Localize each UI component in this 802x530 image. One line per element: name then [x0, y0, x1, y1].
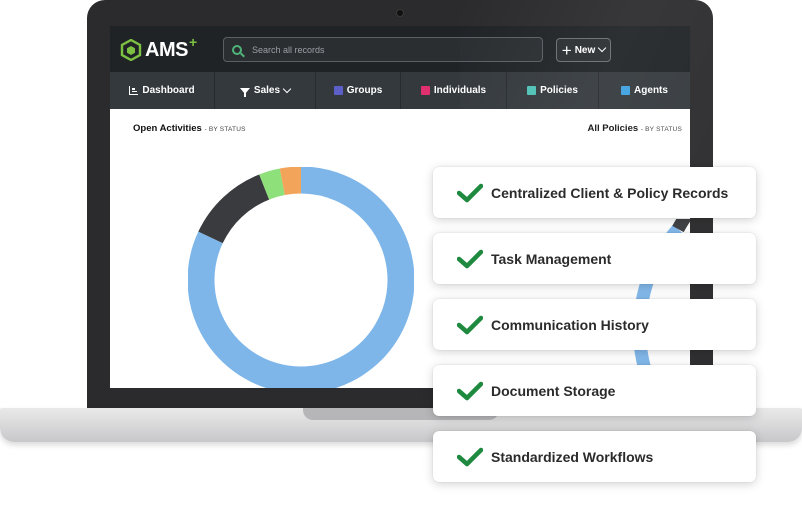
feature-text: Document Storage: [491, 382, 616, 399]
feature-text: Centralized Client & Policy Records: [491, 184, 729, 201]
chart-icon: [129, 86, 139, 95]
nav-label: Individuals: [433, 85, 487, 96]
nav-item-policies[interactable]: Policies: [507, 72, 599, 109]
checkmark-icon: [457, 315, 483, 334]
open-activities-title: Open Activities - BY STATUS: [133, 123, 246, 134]
groups-color-icon: [333, 86, 343, 95]
nav-item-agents[interactable]: Agents: [599, 72, 690, 109]
stage: AMS + + New Dashboard Sales: [0, 0, 802, 530]
nav-item-individuals[interactable]: Individuals: [401, 72, 507, 109]
new-button-label: New: [574, 44, 596, 56]
panel-subtitle: - BY STATUS: [204, 126, 246, 133]
donut-slice: [198, 174, 270, 244]
feature-card: Task Management: [433, 233, 756, 284]
hexagon-logo-icon: [120, 39, 142, 61]
checkmark-icon: [457, 447, 483, 466]
panel-subtitle: - BY STATUS: [640, 126, 682, 133]
feature-card: Communication History: [433, 299, 756, 350]
nav-item-groups[interactable]: Groups: [316, 72, 401, 109]
checkmark-icon: [457, 381, 483, 400]
search-input[interactable]: [252, 44, 532, 55]
checkmark-icon: [457, 249, 483, 268]
logo-text: AMS: [145, 38, 188, 61]
nav-bar: Dashboard Sales Groups Individuals Polic…: [110, 72, 690, 109]
nav-item-sales[interactable]: Sales: [215, 72, 316, 109]
feature-text: Task Management: [491, 250, 612, 267]
policies-donut-arc-dark: [672, 219, 690, 233]
feature-text: Standardized Workflows: [491, 448, 654, 465]
checkmark-icon: [457, 183, 483, 202]
search-icon: [232, 44, 242, 55]
app-logo[interactable]: AMS +: [120, 34, 198, 63]
nav-label: Dashboard: [142, 85, 195, 96]
nav-label: Agents: [634, 85, 668, 96]
chevron-down-icon: [598, 43, 607, 53]
nav-item-dashboard[interactable]: Dashboard: [110, 72, 215, 109]
chevron-down-icon: [282, 84, 292, 93]
panel-title-text: Open Activities: [133, 123, 202, 134]
panel-title-text: All Policies: [587, 123, 639, 134]
donut-slice: [259, 168, 286, 200]
nav-label: Groups: [346, 85, 383, 96]
new-button[interactable]: + New: [556, 38, 611, 62]
camera-icon: [396, 9, 404, 17]
plus-icon: +: [561, 40, 572, 60]
funnel-icon: [239, 87, 250, 97]
agents-color-icon: [621, 86, 631, 95]
top-bar: AMS + + New: [110, 26, 690, 72]
feature-card: Standardized Workflows: [433, 431, 756, 482]
individuals-color-icon: [420, 86, 430, 95]
search-box[interactable]: [223, 37, 543, 62]
feature-card: Centralized Client & Policy Records: [433, 167, 756, 218]
logo-plus: +: [188, 34, 198, 50]
nav-label: Sales: [253, 85, 281, 96]
feature-text: Communication History: [491, 316, 649, 333]
donut-slice: [279, 167, 302, 196]
feature-card: Document Storage: [433, 365, 756, 416]
policies-color-icon: [527, 86, 537, 95]
nav-label: Policies: [540, 85, 578, 96]
all-policies-title: All Policies - BY STATUS: [587, 123, 682, 134]
open-activities-donut-chart: [188, 167, 414, 388]
